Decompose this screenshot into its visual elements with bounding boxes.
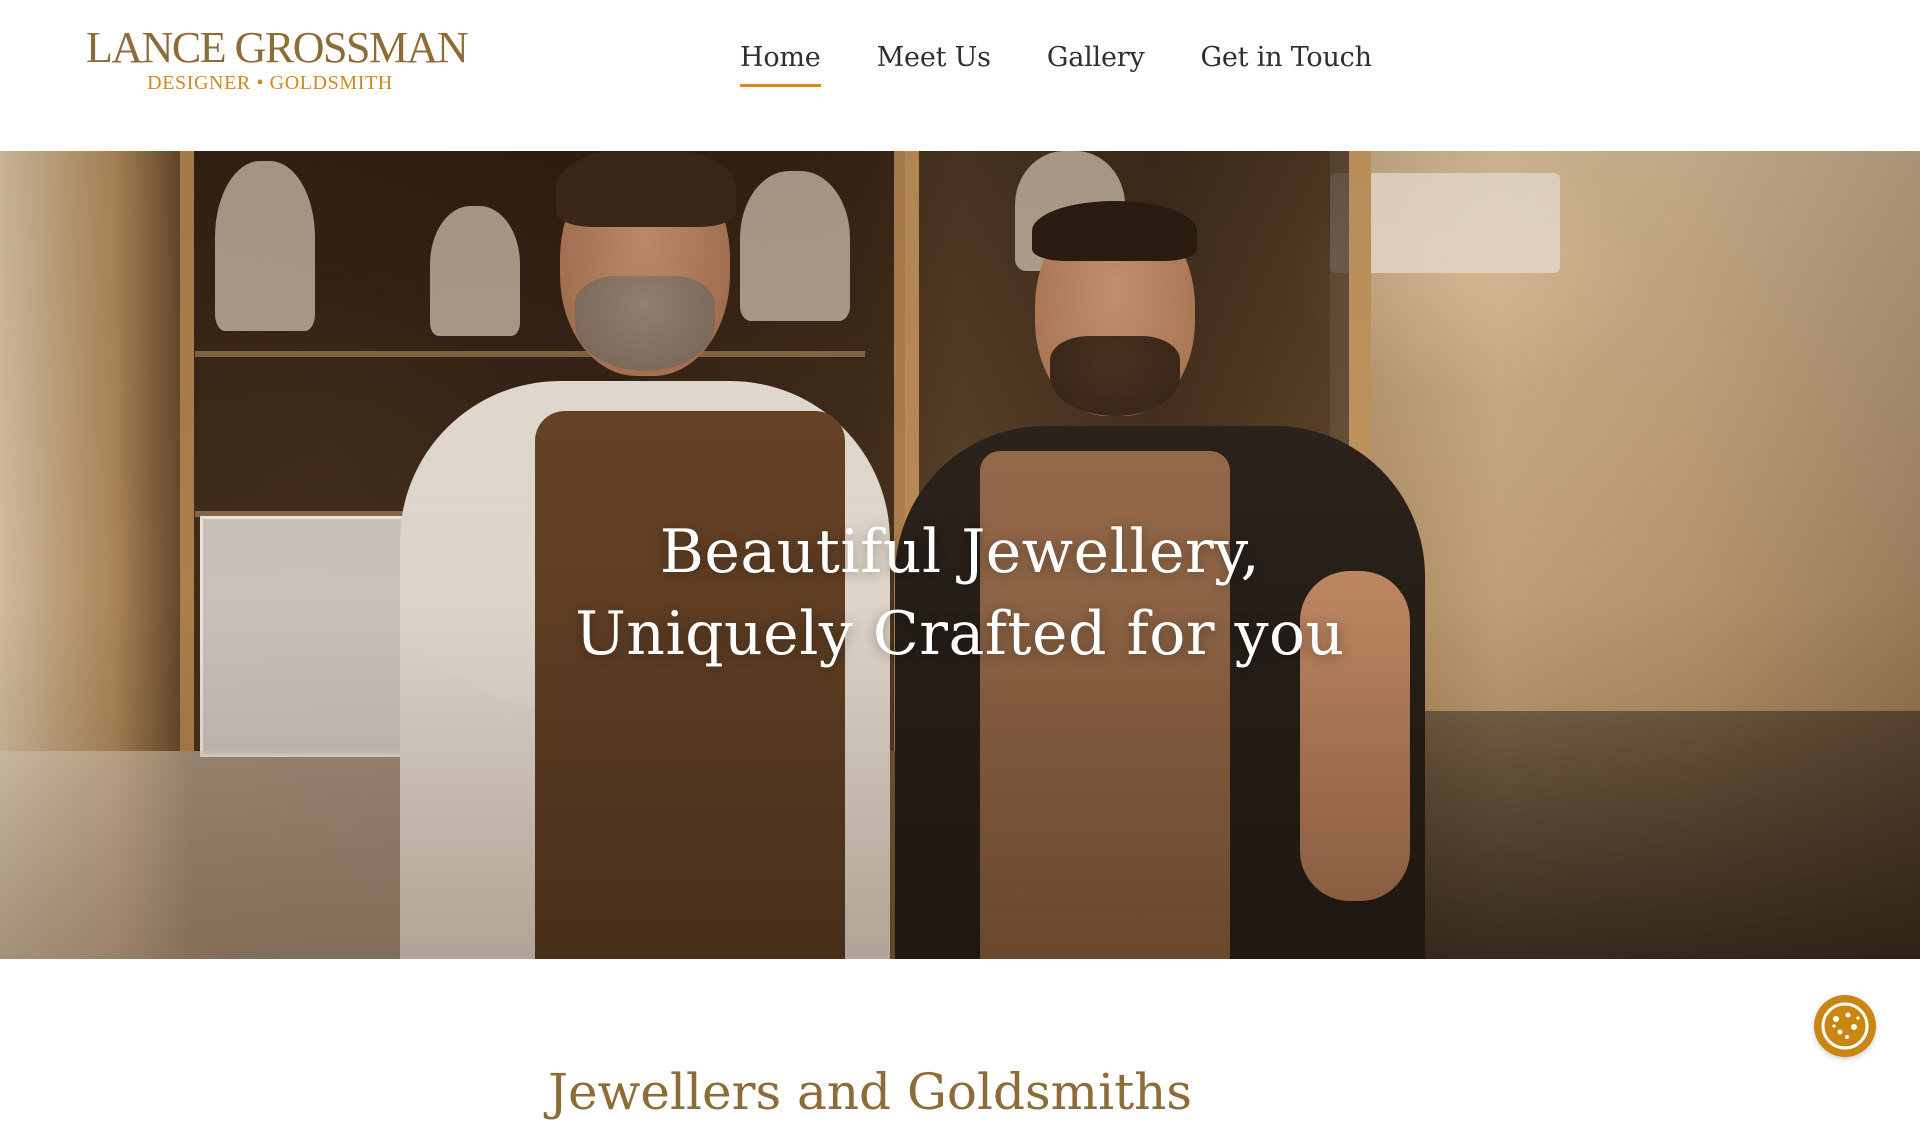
logo-name: LANCE GROSSMAN: [86, 23, 469, 72]
section-heading: Jewellers and Goldsmiths: [548, 1063, 1193, 1121]
nav-item-gallery[interactable]: Gallery: [1047, 38, 1145, 78]
hero-title-line-2: Uniquely Crafted for you: [575, 599, 1345, 669]
hero-banner: Beautiful Jewellery, Uniquely Crafted fo…: [0, 151, 1920, 959]
main-nav: Home Meet Us Gallery Get in Touch: [740, 38, 1372, 87]
nav-item-meet-us[interactable]: Meet Us: [877, 38, 991, 78]
nav-item-get-in-touch[interactable]: Get in Touch: [1201, 38, 1372, 78]
site-logo[interactable]: LANCE GROSSMAN DESIGNER • GOLDSMITH: [86, 23, 469, 95]
hero-title: Beautiful Jewellery, Uniquely Crafted fo…: [0, 511, 1920, 675]
hero-title-line-1: Beautiful Jewellery,: [659, 517, 1261, 587]
logo-tagline: DESIGNER • GOLDSMITH: [147, 72, 393, 94]
nav-item-home[interactable]: Home: [740, 38, 821, 87]
cookie-icon: [1821, 1002, 1869, 1050]
cookie-settings-button[interactable]: [1814, 995, 1876, 1057]
site-header: LANCE GROSSMAN DESIGNER • GOLDSMITH Home…: [0, 0, 1920, 151]
